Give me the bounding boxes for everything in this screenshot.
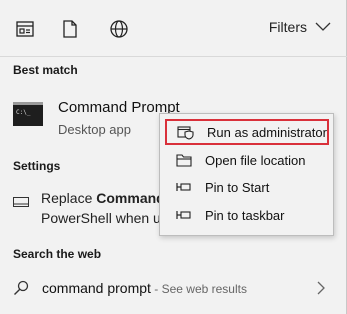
settings-line1-pre: Replace — [41, 190, 97, 206]
web-query: command prompt — [42, 280, 151, 296]
settings-heading: Settings — [13, 159, 61, 173]
menu-item-label: Run as administrator — [207, 124, 327, 140]
best-match-subtitle: Desktop app — [58, 122, 131, 137]
globe-icon[interactable] — [108, 18, 130, 40]
shield-icon — [176, 124, 196, 140]
menu-item-pin-to-taskbar[interactable]: Pin to taskbar — [165, 202, 329, 228]
folder-icon — [174, 152, 194, 168]
context-menu: Run as administrator Open file location … — [159, 113, 334, 236]
display-settings-icon — [13, 194, 29, 207]
web-search-result[interactable]: command prompt - See web results — [0, 272, 347, 308]
pin-icon — [174, 179, 194, 195]
chevron-right-icon[interactable] — [317, 281, 325, 295]
menu-item-open-file-location[interactable]: Open file location — [165, 147, 329, 173]
document-icon[interactable] — [59, 18, 81, 40]
settings-line2: PowerShell when u — [41, 210, 161, 226]
web-hint: - See web results — [150, 282, 247, 296]
web-search-text: command prompt - See web results — [42, 280, 247, 296]
menu-item-run-as-administrator[interactable]: Run as administrator — [165, 119, 329, 145]
menu-item-pin-to-start[interactable]: Pin to Start — [165, 174, 329, 200]
menu-item-label: Pin to taskbar — [205, 207, 285, 223]
chevron-down-icon — [315, 22, 331, 31]
apps-icon[interactable] — [14, 18, 36, 40]
menu-item-label: Pin to Start — [205, 179, 270, 195]
settings-line1-bold: Command — [96, 190, 165, 206]
search-icon — [13, 280, 29, 296]
best-match-heading: Best match — [13, 63, 78, 77]
search-panel: Filters Best match C:\_ Command Prompt D… — [0, 0, 347, 314]
search-web-heading: Search the web — [13, 247, 102, 261]
menu-item-label: Open file location — [205, 152, 306, 168]
filters-dropdown[interactable]: Filters — [269, 19, 331, 35]
search-filter-bar: Filters — [0, 0, 347, 56]
svg-text:C:\_: C:\_ — [16, 109, 31, 116]
command-prompt-icon: C:\_ — [13, 102, 43, 126]
divider — [0, 56, 347, 57]
pin-icon — [174, 207, 194, 223]
filters-label: Filters — [268, 19, 307, 35]
